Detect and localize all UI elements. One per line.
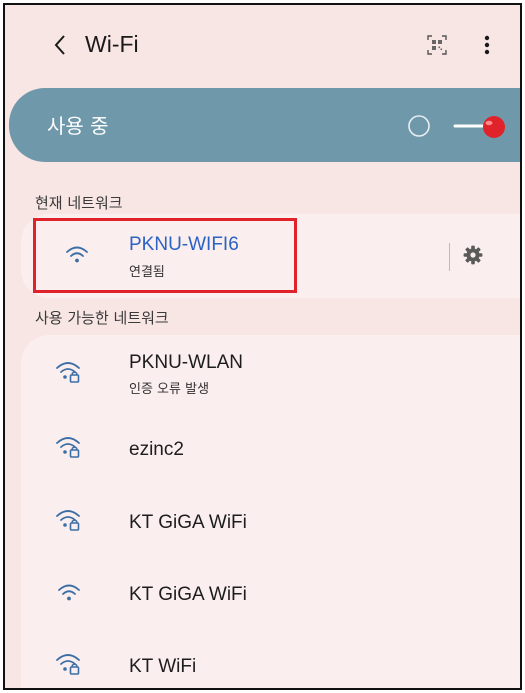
qr-scan-button[interactable] [423,31,451,59]
page-title: Wi-Fi [85,31,139,57]
wifi-master-toggle-card[interactable]: 사용 중 [9,88,520,162]
back-button[interactable] [45,27,75,63]
qr-code-scanner-icon [427,35,447,55]
network-list-item[interactable] [21,489,520,553]
wifi-toggle-switch[interactable] [401,110,513,142]
divider [449,243,450,271]
more-vertical-icon [484,35,490,55]
wifi-toggle-label: 사용 중 [47,114,109,138]
network-2-name: ezinc2 [129,439,184,460]
highlight-annotation-box [33,218,297,293]
network-2-icon [53,433,85,461]
network-4-icon [53,579,85,607]
wifi-lock-icon [56,362,80,383]
network-3-icon [53,506,85,534]
wifi-lock-icon [56,654,80,675]
top-app-bar: Wi-Fi [5,5,520,81]
chevron-left-icon [54,35,65,55]
current-network-section-label: 현재 네트워크 [35,194,123,212]
wifi-lock-icon [56,510,80,531]
network-settings-button[interactable] [459,241,487,269]
more-options-button[interactable] [475,29,499,61]
network-3-name: KT GiGA WiFi [129,512,247,533]
wifi-lock-icon [56,437,80,458]
network-1-icon [53,358,85,386]
network-5-name: KT WiFi [129,656,197,677]
network-list-item[interactable] [21,561,520,625]
available-networks-section-label: 사용 가능한 네트워크 [35,309,169,327]
network-5-icon [53,650,85,678]
network-list-item[interactable] [21,341,520,405]
wifi-icon [58,584,80,601]
network-4-name: KT GiGA WiFi [129,584,247,605]
wifi-settings-screen: Wi-Fi 사용 중 현재 네트워크 PKNU-WIFI6 연결됨 사용 가능한… [3,3,522,690]
network-1-name: PKNU-WLAN [129,352,244,373]
network-list-item[interactable] [21,633,520,688]
gear-icon [463,245,483,265]
network-1-status: 인증 오류 발생 [129,382,210,397]
network-list-item[interactable] [21,417,520,481]
